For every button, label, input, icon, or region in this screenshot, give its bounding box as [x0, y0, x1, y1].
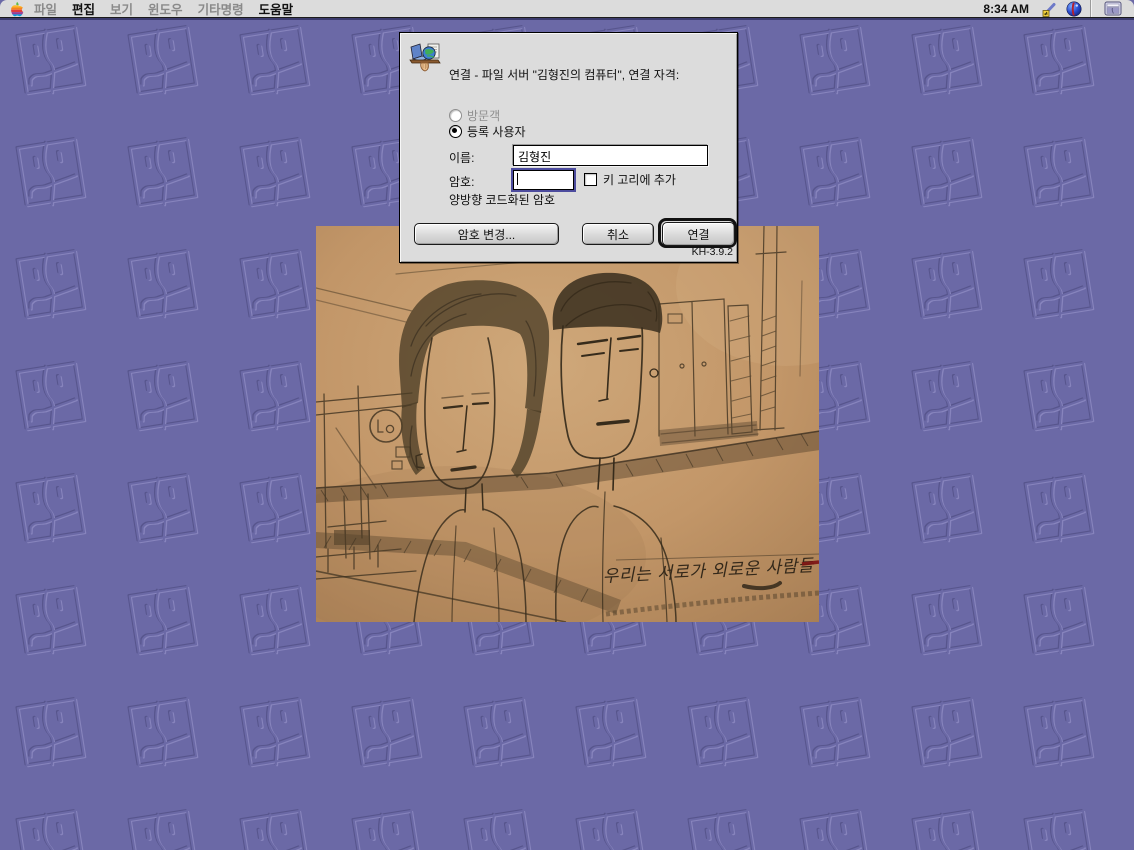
default-button-ring: 연결 — [658, 218, 737, 248]
dialog-title: 연결 - 파일 서버 "김형진의 컴퓨터", 연결 자격: — [449, 66, 679, 83]
desktop-picture-sketch: 우리는 서로가 외로운 사람들 — [316, 226, 819, 622]
input-method-pen-icon[interactable] — [1041, 1, 1058, 17]
encryption-note: 양방향 코드화된 암호 — [449, 191, 555, 208]
appleshare-file-server-icon — [407, 40, 443, 76]
cancel-button[interactable]: 취소 — [582, 223, 654, 245]
keychain-checkbox-row[interactable]: 키 고리에 추가 — [584, 171, 676, 188]
guest-radio-row[interactable]: 방문객 — [449, 107, 500, 124]
menu-item-window[interactable]: 윈도우 — [148, 0, 183, 18]
guest-radio-icon[interactable] — [449, 109, 462, 122]
apple-menu[interactable] — [10, 1, 24, 17]
menu-item-other-commands[interactable]: 기타명령 — [198, 0, 244, 18]
version-label: KH-3.9.2 — [692, 246, 733, 258]
menu-item-help[interactable]: 도움말 — [259, 0, 294, 18]
text-caret — [517, 173, 518, 185]
registered-user-radio-row[interactable]: 등록 사용자 — [449, 123, 526, 140]
keychain-checkbox-label: 키 고리에 추가 — [603, 171, 676, 188]
guest-radio-label: 방문객 — [467, 107, 500, 124]
registered-user-radio-icon[interactable] — [449, 125, 462, 138]
menubar-clock[interactable]: 8:34 AM — [983, 2, 1029, 16]
password-label: 암호: — [449, 173, 474, 190]
menu-item-file[interactable]: 파일 — [34, 0, 57, 18]
app-round-icon[interactable] — [1066, 1, 1082, 17]
menu-bar: 파일 편집 보기 윈도우 기타명령 도움말 8:34 AM — [0, 0, 1134, 18]
registered-user-radio-label: 등록 사용자 — [467, 123, 526, 140]
application-menu[interactable] — [1098, 0, 1134, 17]
menubar-shadow — [0, 18, 1134, 20]
desktop: 파일 편집 보기 윈도우 기타명령 도움말 8:34 AM — [0, 0, 1134, 850]
menu-item-edit[interactable]: 편집 — [72, 0, 95, 18]
connect-button[interactable]: 연결 — [662, 222, 735, 246]
connect-dialog: 연결 - 파일 서버 "김형진의 컴퓨터", 연결 자격: 방문객 등록 사용자… — [399, 32, 738, 263]
menubar-divider — [1090, 0, 1092, 17]
name-label: 이름: — [449, 149, 474, 166]
keychain-checkbox-icon[interactable] — [584, 173, 597, 186]
menu-item-view[interactable]: 보기 — [110, 0, 133, 18]
change-password-button[interactable]: 암호 변경... — [414, 223, 559, 245]
name-input[interactable]: 김형진 — [513, 145, 708, 166]
application-menu-icon — [1104, 1, 1122, 16]
password-input[interactable] — [513, 170, 574, 190]
apple-logo-icon — [10, 1, 24, 17]
